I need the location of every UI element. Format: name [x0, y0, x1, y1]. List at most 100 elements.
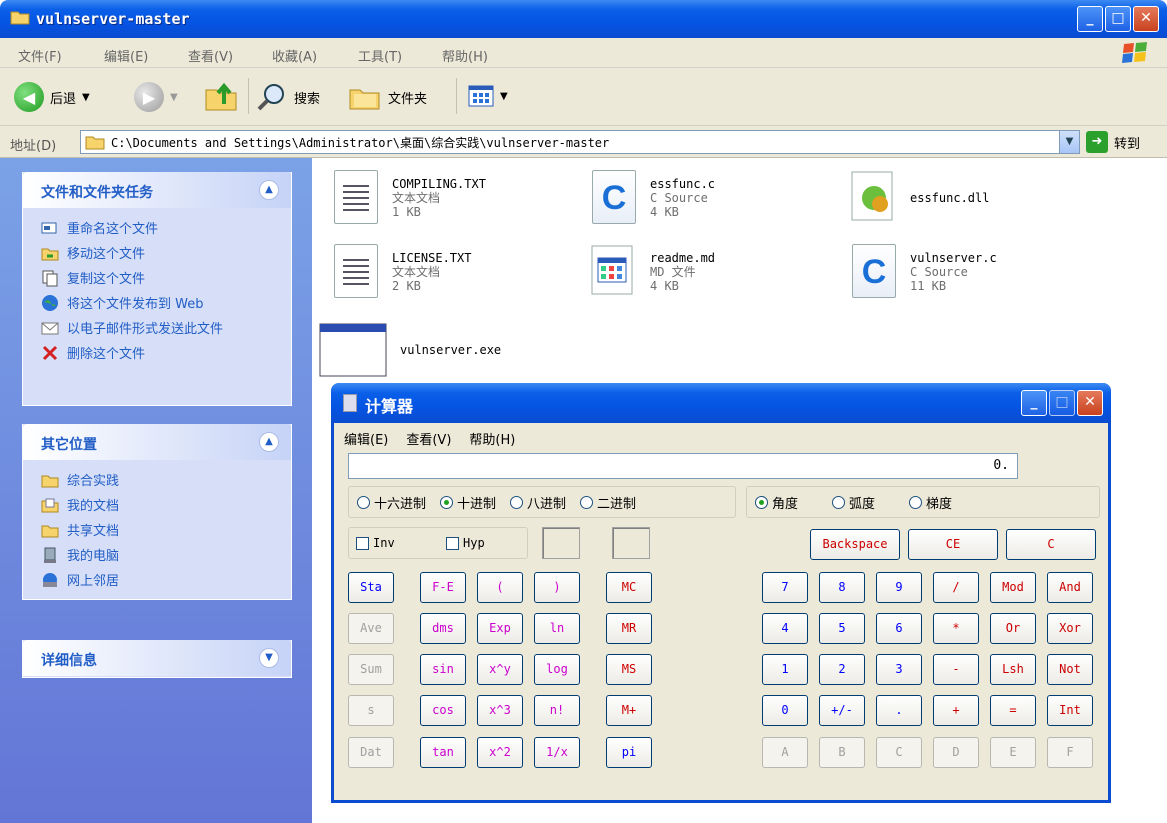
key-num-2-3[interactable]: - [933, 654, 979, 685]
key-sci2-2[interactable]: x^y [477, 654, 523, 685]
task-copy[interactable]: 复制这个文件 [41, 268, 291, 287]
key-num-3-5[interactable]: Int [1047, 695, 1093, 726]
collapse-icon[interactable]: ▲ [259, 432, 279, 452]
menu-view[interactable]: 查看(V) [188, 46, 233, 65]
radio-bin[interactable]: 二进制 [580, 493, 636, 512]
clear-button[interactable]: C [1006, 529, 1096, 560]
place-practice[interactable]: 综合实践 [41, 470, 291, 489]
calculator-titlebar[interactable]: 计算器 _ □ ✕ [331, 383, 1111, 423]
task-publish-web[interactable]: 将这个文件发布到 Web [41, 293, 291, 312]
key-num-1-1[interactable]: 5 [819, 613, 865, 644]
key-num-0-1[interactable]: 8 [819, 572, 865, 603]
key-num-0-4[interactable]: Mod [990, 572, 1036, 603]
key-sci3-2[interactable]: log [534, 654, 580, 685]
calc-menu-edit[interactable]: 编辑(E) [344, 429, 388, 448]
radio-degrees[interactable]: 角度 [755, 493, 798, 512]
key-num-3-2[interactable]: . [876, 695, 922, 726]
key-num-1-3[interactable]: * [933, 613, 979, 644]
backspace-button[interactable]: Backspace [810, 529, 900, 560]
radio-radians[interactable]: 弧度 [832, 493, 875, 512]
place-shared-documents[interactable]: 共享文档 [41, 520, 291, 539]
key-sci2-1[interactable]: Exp [477, 613, 523, 644]
key-stat-0[interactable]: Sta [348, 572, 394, 603]
key-sci1-0[interactable]: F-E [420, 572, 466, 603]
inv-checkbox[interactable]: Inv [356, 536, 395, 550]
radio-oct[interactable]: 八进制 [510, 493, 566, 512]
radio-dec[interactable]: 十进制 [440, 493, 496, 512]
key-num-1-4[interactable]: Or [990, 613, 1036, 644]
place-my-documents[interactable]: 我的文档 [41, 495, 291, 514]
key-num-0-3[interactable]: / [933, 572, 979, 603]
key-sci1-2[interactable]: sin [420, 654, 466, 685]
collapse-icon[interactable]: ▲ [259, 180, 279, 200]
calc-menu-view[interactable]: 查看(V) [406, 429, 451, 448]
task-delete[interactable]: 删除这个文件 [41, 343, 291, 362]
forward-button[interactable]: ▶ ▼ [134, 82, 178, 112]
key-sci3-4[interactable]: 1/x [534, 737, 580, 768]
key-mem-1[interactable]: MR [606, 613, 652, 644]
menu-file[interactable]: 文件(F) [18, 46, 62, 65]
file-item[interactable]: readme.md MD 文件 4 KB [588, 244, 715, 300]
key-sci1-4[interactable]: tan [420, 737, 466, 768]
task-email[interactable]: 以电子邮件形式发送此文件 [41, 318, 291, 337]
key-sci2-0[interactable]: ( [477, 572, 523, 603]
menu-help[interactable]: 帮助(H) [442, 46, 488, 65]
minimize-button[interactable]: _ [1077, 6, 1103, 32]
up-folder-button[interactable] [204, 80, 238, 112]
file-tasks-header[interactable]: 文件和文件夹任务 ▲ [23, 172, 291, 208]
calc-menu-help[interactable]: 帮助(H) [469, 429, 515, 448]
key-sci3-3[interactable]: n! [534, 695, 580, 726]
go-button[interactable]: ➜ 转到 [1086, 131, 1140, 153]
menu-tools[interactable]: 工具(T) [358, 46, 402, 65]
key-num-1-5[interactable]: Xor [1047, 613, 1093, 644]
key-mem-2[interactable]: MS [606, 654, 652, 685]
close-button[interactable]: ✕ [1133, 6, 1159, 32]
back-button[interactable]: ◀ 后退 ▼ [14, 82, 90, 112]
ce-button[interactable]: CE [908, 529, 998, 560]
place-network[interactable]: 网上邻居 [41, 570, 291, 589]
radio-grads[interactable]: 梯度 [909, 493, 952, 512]
task-move[interactable]: 移动这个文件 [41, 243, 291, 262]
address-input[interactable]: C:\Documents and Settings\Administrator\… [80, 130, 1080, 154]
key-num-2-5[interactable]: Not [1047, 654, 1093, 685]
key-num-2-4[interactable]: Lsh [990, 654, 1036, 685]
views-button[interactable]: ▼ [468, 84, 508, 108]
expand-icon[interactable]: ▼ [259, 648, 279, 668]
radio-hex[interactable]: 十六进制 [357, 493, 426, 512]
key-num-2-0[interactable]: 1 [762, 654, 808, 685]
key-sci2-4[interactable]: x^2 [477, 737, 523, 768]
key-num-3-3[interactable]: + [933, 695, 979, 726]
folders-button[interactable]: 文件夹 [348, 82, 427, 112]
key-mem-3[interactable]: M+ [606, 695, 652, 726]
file-item[interactable]: C vulnserver.c C Source 11 KB [848, 244, 997, 300]
hyp-checkbox[interactable]: Hyp [446, 536, 485, 550]
calc-close-button[interactable]: ✕ [1077, 390, 1103, 416]
key-mem-0[interactable]: MC [606, 572, 652, 603]
key-sci1-1[interactable]: dms [420, 613, 466, 644]
key-num-2-1[interactable]: 2 [819, 654, 865, 685]
explorer-titlebar[interactable]: vulnserver-master _ □ ✕ [0, 0, 1167, 38]
key-num-0-0[interactable]: 7 [762, 572, 808, 603]
file-item[interactable]: C essfunc.c C Source 4 KB [588, 170, 715, 226]
file-item[interactable]: LICENSE.TXT 文本文档 2 KB [330, 244, 471, 300]
menu-edit[interactable]: 编辑(E) [104, 46, 148, 65]
file-item[interactable]: essfunc.dll [848, 170, 989, 226]
file-item[interactable]: COMPILING.TXT 文本文档 1 KB [330, 170, 486, 226]
key-num-3-1[interactable]: +/- [819, 695, 865, 726]
maximize-button[interactable]: □ [1105, 6, 1131, 32]
key-sci3-0[interactable]: ) [534, 572, 580, 603]
key-mem-4[interactable]: pi [606, 737, 652, 768]
key-num-3-4[interactable]: = [990, 695, 1036, 726]
key-sci2-3[interactable]: x^3 [477, 695, 523, 726]
address-dropdown-button[interactable]: ▼ [1059, 131, 1079, 153]
key-num-1-2[interactable]: 6 [876, 613, 922, 644]
details-header[interactable]: 详细信息 ▼ [23, 640, 291, 676]
task-rename[interactable]: 重命名这个文件 [41, 218, 291, 237]
menu-favorites[interactable]: 收藏(A) [272, 46, 317, 65]
key-num-0-5[interactable]: And [1047, 572, 1093, 603]
file-item[interactable]: vulnserver.exe [318, 322, 504, 378]
search-button[interactable]: 搜索 [256, 82, 320, 112]
key-num-3-0[interactable]: 0 [762, 695, 808, 726]
calc-minimize-button[interactable]: _ [1021, 390, 1047, 416]
key-num-1-0[interactable]: 4 [762, 613, 808, 644]
